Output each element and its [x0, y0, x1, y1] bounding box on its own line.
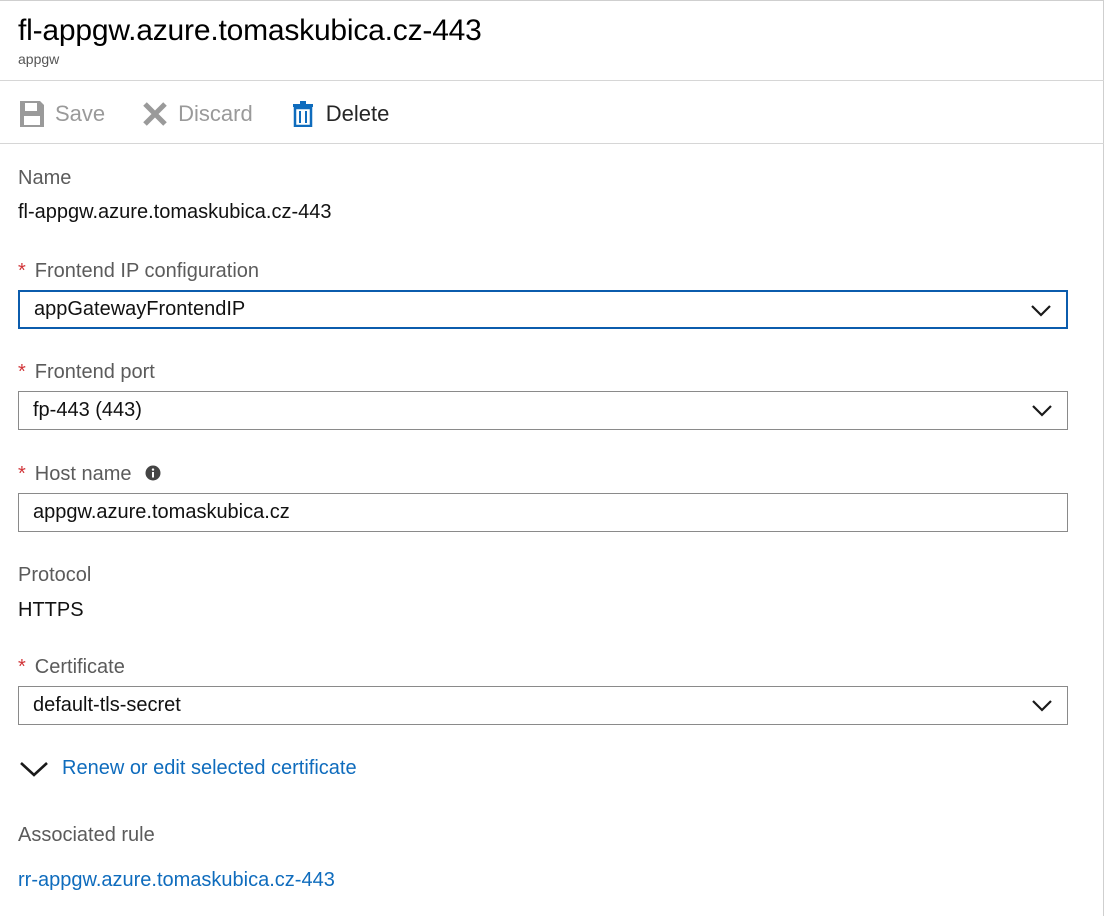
- certificate-label: * Certificate: [18, 656, 125, 679]
- frontend-port-selected: fp-443 (443): [33, 399, 142, 421]
- frontend-ip-dropdown[interactable]: appGatewayFrontendIP: [18, 290, 1068, 329]
- required-marker: *: [18, 260, 26, 282]
- delete-button[interactable]: Delete: [289, 99, 390, 129]
- host-name-input[interactable]: appgw.azure.tomaskubica.cz: [18, 493, 1068, 532]
- name-label: Name: [18, 167, 72, 189]
- certificate-label-text: Certificate: [34, 656, 125, 678]
- host-name-label: * Host name: [18, 463, 161, 486]
- frontend-port-label-text: Frontend port: [34, 361, 155, 383]
- renew-certificate-expander[interactable]: Renew or edit selected certificate: [18, 757, 357, 780]
- page-title: fl-appgw.azure.tomaskubica.cz-443: [18, 14, 482, 47]
- associated-rule-link[interactable]: rr-appgw.azure.tomaskubica.cz-443: [18, 869, 335, 892]
- page-subtitle: appgw: [18, 51, 60, 67]
- associated-rule-label: Associated rule: [18, 824, 155, 846]
- required-marker: *: [18, 463, 26, 485]
- protocol-value: HTTPS: [18, 599, 84, 621]
- blade-header: fl-appgw.azure.tomaskubica.cz-443 appgw: [18, 13, 482, 68]
- delete-label: Delete: [325, 101, 390, 126]
- discard-button[interactable]: Discard: [141, 99, 253, 129]
- name-value: fl-appgw.azure.tomaskubica.cz-443: [18, 201, 332, 223]
- save-button[interactable]: Save: [18, 99, 105, 129]
- certificate-dropdown[interactable]: default-tls-secret: [18, 686, 1068, 725]
- discard-label: Discard: [178, 101, 253, 126]
- chevron-down-icon: [1032, 700, 1052, 712]
- frontend-ip-selected: appGatewayFrontendIP: [34, 298, 246, 320]
- save-label: Save: [55, 101, 106, 126]
- info-icon[interactable]: [145, 465, 161, 481]
- frontend-ip-label-text: Frontend IP configuration: [34, 260, 260, 282]
- host-name-value: appgw.azure.tomaskubica.cz: [33, 501, 290, 523]
- chevron-down-icon: [1031, 305, 1051, 317]
- certificate-selected: default-tls-secret: [33, 694, 181, 716]
- header-divider: [0, 80, 1104, 81]
- frontend-ip-label: * Frontend IP configuration: [18, 260, 259, 283]
- close-icon: [141, 99, 169, 129]
- frontend-port-label: * Frontend port: [18, 361, 155, 384]
- blade: fl-appgw.azure.tomaskubica.cz-443 appgw …: [0, 0, 1104, 916]
- required-marker: *: [18, 656, 26, 678]
- protocol-label: Protocol: [18, 564, 92, 586]
- renew-certificate-link[interactable]: Renew or edit selected certificate: [62, 757, 357, 780]
- toolbar-divider: [0, 143, 1104, 144]
- chevron-down-icon: [20, 761, 48, 777]
- save-icon: [18, 99, 46, 129]
- frontend-port-dropdown[interactable]: fp-443 (443): [18, 391, 1068, 430]
- command-bar: Save Discard Delete: [18, 97, 425, 131]
- required-marker: *: [18, 361, 26, 383]
- trash-icon: [289, 99, 317, 129]
- host-name-label-text: Host name: [34, 463, 132, 485]
- chevron-down-icon: [1032, 405, 1052, 417]
